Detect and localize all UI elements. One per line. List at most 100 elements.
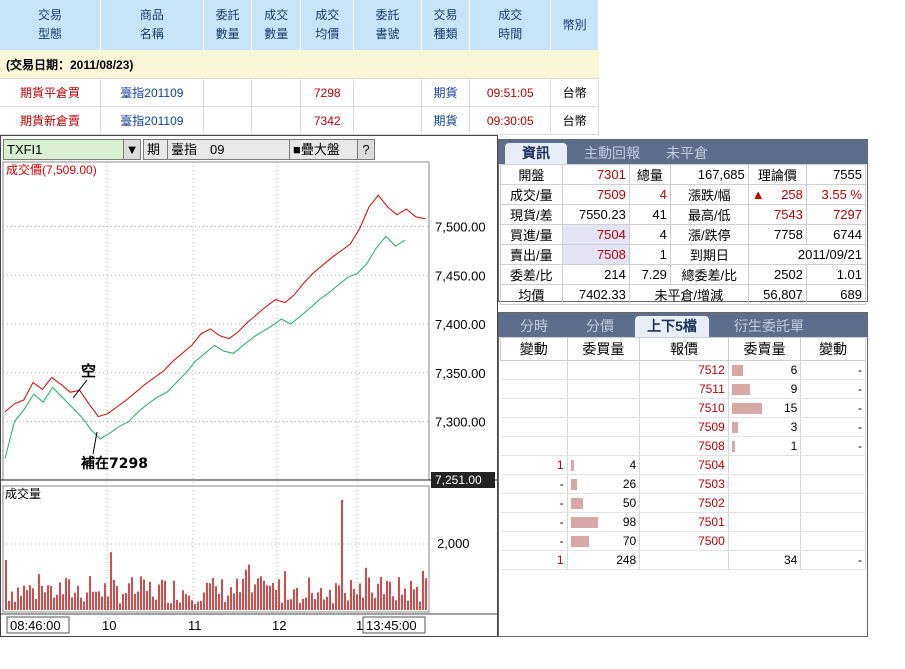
quote-cell: 理論價 [747, 164, 807, 185]
quote-price-text: 7502 [698, 496, 725, 510]
ask-change-text: - [858, 420, 862, 434]
quote-price-text: 7501 [698, 515, 725, 529]
bid-qty: 26 [567, 474, 641, 494]
tab-five-levels[interactable]: 上下5檔 [635, 316, 709, 337]
tab-active-report[interactable]: 主動回報 [577, 143, 647, 164]
trade-col-header[interactable]: 委託 數量 [203, 0, 253, 50]
ask-qty [728, 493, 802, 513]
trade-cell-order_qty [203, 106, 253, 135]
quote-row: 委差/比 214 7.29 總委差/比 2502 1.01 [500, 264, 867, 285]
volume-bar-icon [731, 403, 762, 414]
bid-qty: 98 [567, 512, 641, 532]
trade-row[interactable]: 期貨平倉買 臺指201109 7298 期貨 09:51:05 台幣 [0, 78, 599, 107]
bid-qty-total-text: 248 [616, 553, 637, 567]
ask-qty: 15 [728, 398, 802, 418]
tab-info[interactable]: 資訊 [505, 143, 567, 164]
quote-row: 賣出/量 7508 1 到期日 2011/09/21 [500, 244, 867, 265]
period-button[interactable]: 期 [143, 139, 168, 160]
quote-row: 開盤 7301 總量 167,685 理論價 7555 [500, 164, 867, 185]
bid-qty: 70 [567, 531, 641, 551]
quote-cell: 漲/跌停 [669, 224, 749, 245]
trade-col-header[interactable]: 商品 名稱 [100, 0, 204, 50]
quote-cell: 現貨/差 [500, 204, 563, 225]
book-row[interactable]: - 70 7500 [500, 531, 866, 551]
book-row[interactable]: 1 248 34 - [500, 550, 866, 570]
quote-price-text: 7508 [698, 439, 725, 453]
book-row[interactable]: - 26 7503 [500, 474, 866, 494]
bid-change [500, 417, 568, 437]
symbol-input[interactable]: TXFI1 [3, 139, 124, 160]
bid-change-text: - [559, 496, 564, 510]
bid-change-text: - [559, 515, 564, 529]
ask-qty-total: 34 [728, 550, 802, 570]
up-arrow-icon: ▲ [751, 187, 765, 202]
book-col-header: 變動 [800, 337, 866, 361]
trade-date-row: (交易日期：2011/08/23) [0, 50, 599, 79]
trade-col-header[interactable]: 交易 型態 [0, 0, 101, 50]
book-row[interactable]: 7512 6 - [500, 360, 866, 380]
volume-bar-icon [570, 536, 589, 547]
ask-qty [728, 531, 802, 551]
tab-price-dist[interactable]: 分價 [575, 316, 625, 337]
quote-price-text: 7512 [698, 363, 725, 377]
book-row[interactable]: 7511 9 - [500, 379, 866, 399]
quote-cell: 成交/量 [500, 184, 563, 205]
quote-cell: 賣出/量 [500, 244, 563, 265]
bid-change: - [500, 531, 568, 551]
book-row[interactable]: - 98 7501 [500, 512, 866, 532]
trade-date-label: (交易日期：2011/08/23) [0, 50, 599, 79]
quote-cell: 7509 [561, 184, 630, 205]
quote-panel: 資訊 主動回報 未平倉 開盤 7301 總量 167,685 理論價 7555 成交/量 75… [498, 139, 868, 305]
volume-bar-icon [570, 498, 583, 509]
bid-qty-text: 98 [622, 515, 637, 529]
trade-cell-kind: 期貨 [421, 78, 471, 107]
book-row[interactable]: - 50 7502 [500, 493, 866, 513]
trade-col-header[interactable]: 成交 時間 [469, 0, 552, 50]
tab-time-share[interactable]: 分時 [509, 316, 559, 337]
overlay-index-toggle[interactable]: ■疊大盤 [289, 139, 358, 160]
book-row[interactable]: 7510 15 - [500, 398, 866, 418]
symbol-dropdown-icon[interactable]: ▼ [123, 139, 141, 160]
quote-cell: 總委差/比 [669, 264, 749, 285]
quote-price: 7503 [639, 474, 729, 494]
tab-open-position[interactable]: 未平倉 [659, 143, 715, 164]
tab-derivative-orders[interactable]: 衍生委託單 [719, 316, 819, 337]
volume-label: 成交量 [5, 486, 41, 501]
overlay-label: 疊大盤 [300, 142, 340, 157]
trade-col-header[interactable]: 委託 書號 [353, 0, 422, 50]
quote-cell: 7550.23 [561, 204, 630, 225]
checkbox-icon[interactable]: ■ [293, 142, 301, 157]
trade-col-header[interactable]: 成交 均價 [300, 0, 355, 50]
quote-cell: 買進/量 [500, 224, 563, 245]
quote-cell: 7297 [805, 204, 867, 225]
price-chart[interactable]: 7,500.00 7,450.00 7,400.00 7,350.00 7,300.00… [1, 136, 497, 636]
book-row[interactable]: 7508 1 - [500, 436, 866, 456]
trade-cell-order_qty [203, 78, 253, 107]
quote-row: 成交/量 7509 4 漲跌/幅 ▲ 258 3.55 % [500, 184, 867, 205]
help-button[interactable]: ? [357, 139, 375, 160]
ask-qty-text: 9 [790, 382, 798, 396]
trade-col-header[interactable]: 成交 數量 [251, 0, 302, 50]
bid-qty-text: 26 [622, 477, 637, 491]
ask-qty [728, 455, 802, 475]
y-tick-label: 7,450.00 [435, 268, 486, 283]
quote-price: 7508 [639, 436, 729, 456]
bid-qty [567, 417, 641, 437]
trade-col-header[interactable]: 幣別 [550, 0, 599, 50]
trade-col-header[interactable]: 交易 種類 [421, 0, 471, 50]
volume-bar-icon [731, 384, 750, 395]
bid-qty [567, 398, 641, 418]
book-row[interactable]: 7509 3 - [500, 417, 866, 437]
quote-cell: 1.01 [805, 264, 867, 285]
ask-change-text: - [858, 382, 862, 396]
y-tick-label: 7,400.00 [435, 317, 486, 332]
book-row[interactable]: 1 4 7504 [500, 455, 866, 475]
trade-row[interactable]: 期貨新倉賣 臺指201109 7342 期貨 09:30:05 台幣 [0, 106, 599, 135]
ask-change [800, 531, 866, 551]
ask-change: - [800, 379, 866, 399]
trade-cell-time: 09:30:05 [469, 106, 552, 135]
quote-cell: 委差/比 [500, 264, 563, 285]
quote-cell: 7301 [561, 164, 630, 185]
quote-row: 現貨/差 7550.23 41 最高/低 7543 7297 [500, 204, 867, 225]
ask-qty-text: 6 [790, 363, 798, 377]
